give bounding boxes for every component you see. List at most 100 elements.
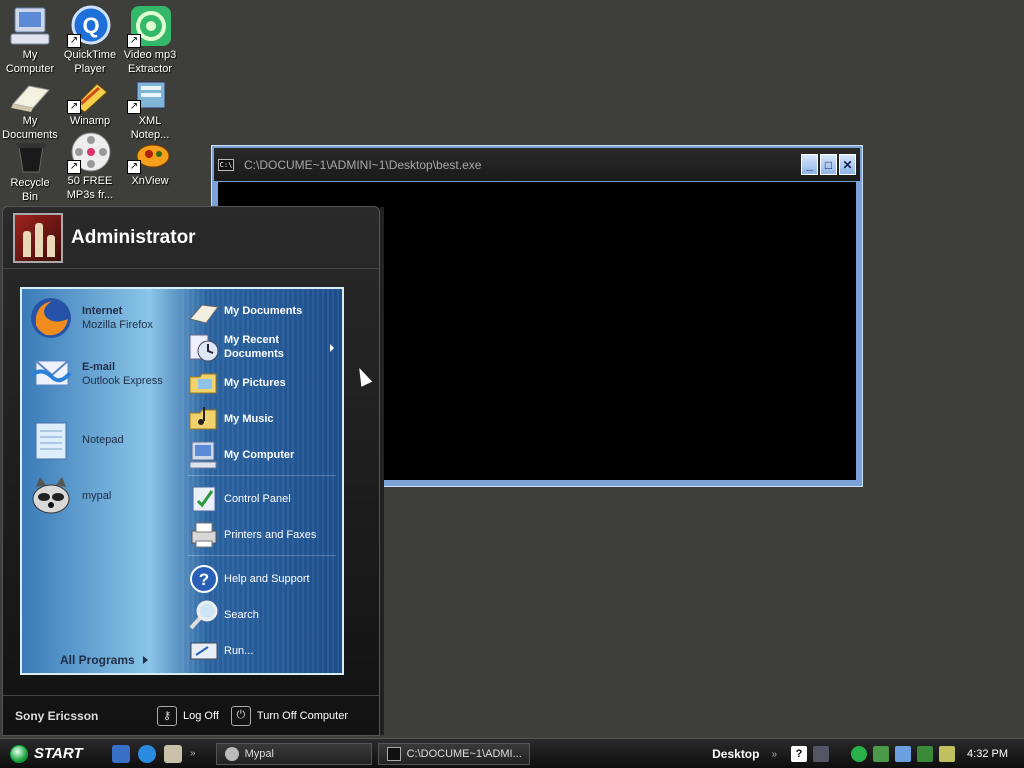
quick-launch-overflow-icon[interactable]: » (190, 748, 196, 759)
start-menu-panel: Internet Mozilla Firefox E-mail Outlook Ex… (20, 287, 344, 675)
xml-notepad-icon: ↗ (127, 78, 173, 114)
brand-label: Sony Ericsson (15, 708, 99, 723)
video-extractor-icon: ↗ (127, 4, 173, 48)
start-menu: Administrator Internet Mozilla Firefox E-… (2, 206, 384, 736)
task-button-mypal[interactable]: Mypal (215, 742, 372, 765)
tray-app-icon[interactable] (851, 746, 868, 762)
all-programs-label: All Programs (60, 653, 135, 667)
documents-icon (7, 78, 53, 114)
place-label: Printers and Faxes (224, 529, 317, 541)
start-button[interactable]: START (10, 741, 98, 767)
console-title-bar[interactable]: C:\ C:\DOCUME~1\ADMINI~1\Desktop\best.ex… (214, 148, 860, 181)
pinned-title: E-mail (82, 361, 116, 373)
desktop-icon-50-free-mp3s[interactable]: ↗ 50 FREE MP3s fr... (60, 130, 120, 202)
control-panel-icon (188, 483, 220, 515)
close-button[interactable]: ✕ (839, 154, 856, 175)
user-name: Administrator (71, 226, 196, 248)
tray-network-icon[interactable] (873, 746, 890, 762)
run-icon (188, 635, 220, 667)
submenu-arrow-icon (330, 344, 334, 352)
shortcut-arrow-icon: ↗ (127, 34, 141, 48)
user-avatar-chess-icon[interactable] (13, 212, 63, 263)
pinned-email[interactable]: E-mail Outlook Express (28, 351, 163, 397)
pinned-internet[interactable]: Internet Mozilla Firefox (28, 295, 153, 341)
power-icon: ⏻ (230, 705, 251, 726)
desktop-icon-label: Recycle Bin (10, 177, 50, 203)
place-my-pictures[interactable]: My Pictures (188, 367, 334, 399)
place-my-documents[interactable]: My Documents (188, 295, 334, 327)
place-printers-and-faxes[interactable]: Printers and Faxes (188, 519, 334, 551)
raccoon-icon (224, 746, 239, 761)
outlook-express-icon (28, 351, 74, 397)
place-control-panel[interactable]: Control Panel (188, 483, 334, 515)
task-label: Mypal (244, 747, 274, 760)
clock[interactable]: 4:32 PM (967, 748, 1008, 760)
notepad-icon (28, 417, 74, 463)
start-menu-footer: Sony Ericsson ⚷ Log Off ⏻ Turn Off Compu… (3, 695, 379, 735)
taskbar: START » Mypal C:\DOCUME~1\ADMI... Deskto… (0, 738, 1024, 768)
xnview-icon: ↗ (127, 138, 173, 174)
pinned-subtitle: Outlook Express (82, 375, 163, 387)
desktop-icon-my-computer[interactable]: My Computer (0, 4, 60, 76)
tray-wand-icon[interactable] (939, 746, 956, 762)
pinned-mypal[interactable]: mypal (28, 473, 111, 519)
places-separator (188, 475, 336, 476)
tray-monitor-icon[interactable] (895, 746, 912, 762)
winamp-icon: ↗ (67, 78, 113, 114)
minimize-button[interactable]: _ (801, 154, 818, 175)
firefox-icon (28, 295, 74, 341)
place-my-computer[interactable]: My Computer (188, 439, 334, 471)
desktop-toolbar[interactable]: Desktop (712, 747, 759, 761)
help-icon[interactable]: ? (791, 746, 808, 762)
desktop-icon-xml-notepad[interactable]: ↗ XML Notep... (120, 78, 180, 142)
desktop-icon-video-mp3-extractor[interactable]: ↗ Video mp3 Extractor (120, 4, 180, 76)
show-desktop-icon[interactable] (112, 744, 130, 763)
place-help-and-support[interactable]: ? Help and Support (188, 563, 334, 595)
internet-explorer-icon[interactable] (138, 744, 156, 763)
all-programs-button[interactable]: All Programs (60, 653, 148, 667)
desktop-icon-winamp[interactable]: ↗ Winamp (60, 78, 120, 128)
maximize-button[interactable]: □ (820, 154, 837, 175)
console-icon: C:\ (218, 158, 234, 171)
place-label: My Computer (224, 449, 295, 461)
search-icon (188, 599, 220, 631)
start-menu-edge (380, 207, 384, 735)
computer-icon (188, 439, 220, 471)
pinned-title: Internet (82, 305, 123, 317)
place-label: Help and Support (224, 573, 310, 585)
film-reel-icon: ↗ (67, 130, 113, 174)
turn-off-button[interactable]: ⏻ Turn Off Computer (230, 705, 348, 726)
place-run[interactable]: Run... (188, 635, 334, 667)
desktop-icon-quicktime[interactable]: Q ↗ QuickTime Player (60, 4, 120, 76)
tray-security-icon[interactable] (917, 746, 934, 762)
console-icon (386, 746, 401, 761)
desktop-icon-recycle-bin[interactable]: Recycle Bin (0, 138, 60, 204)
place-label: My Documents (224, 305, 303, 317)
start-label: START (34, 745, 83, 762)
place-my-music[interactable]: My Music (188, 403, 334, 435)
desktop-icon-label: My Computer (5, 49, 55, 75)
desktop-icon-label: XnView (131, 175, 169, 187)
desktop-icon-my-documents[interactable]: My Documents (0, 78, 60, 142)
shortcut-arrow-icon: ↗ (67, 34, 81, 48)
place-label: Control Panel (224, 493, 291, 505)
log-off-button[interactable]: ⚷ Log Off (157, 705, 219, 726)
place-my-recent-documents[interactable]: My Recent Documents (188, 331, 334, 363)
raccoon-icon (28, 473, 74, 519)
restore-windows-icon[interactable] (813, 746, 830, 762)
desktop-icon-label: Winamp (69, 115, 111, 127)
system-tray: Desktop » ? 4:32 PM (712, 739, 1024, 768)
printer-icon (188, 519, 220, 551)
pinned-notepad[interactable]: Notepad (28, 417, 124, 463)
pinned-title: Notepad (82, 434, 124, 446)
pinned-subtitle: Mozilla Firefox (82, 319, 153, 331)
task-button-console[interactable]: C:\DOCUME~1\ADMI... (377, 742, 530, 765)
pictures-folder-icon (188, 367, 220, 399)
shortcut-arrow-icon: ↗ (67, 100, 81, 114)
desktop-icon-xnview[interactable]: ↗ XnView (120, 138, 180, 188)
quick-launch-app-icon[interactable] (164, 744, 182, 763)
place-label: Run... (224, 645, 254, 657)
place-search[interactable]: Search (188, 599, 334, 631)
toolbar-overflow-icon[interactable]: » (771, 749, 777, 760)
windows-orb-icon (10, 744, 28, 763)
